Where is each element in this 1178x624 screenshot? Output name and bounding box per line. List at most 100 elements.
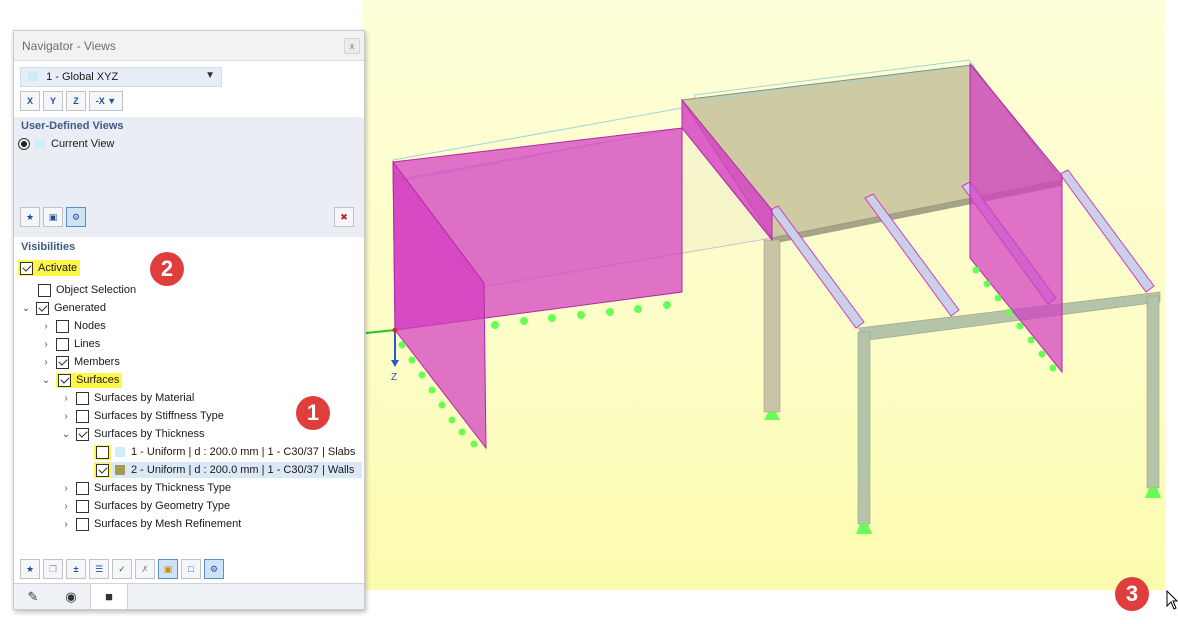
view-direction-toolbar: X Y Z -X ▼ xyxy=(20,91,123,111)
column-front-2 xyxy=(1146,295,1160,489)
current-view-row[interactable]: Current View xyxy=(18,136,114,152)
generated-row[interactable]: ⌄ Generated xyxy=(20,300,106,316)
chevron-right-icon[interactable]: › xyxy=(60,411,72,422)
support-column-1 xyxy=(764,412,780,420)
thickness-item-1-highlight xyxy=(94,444,111,460)
surfaces-by-thickness-checkbox[interactable] xyxy=(76,427,89,441)
chevron-right-icon[interactable]: › xyxy=(60,393,72,404)
surfaces-by-thickness-type-row[interactable]: › Surfaces by Thickness Type xyxy=(60,480,231,496)
column-back-1 xyxy=(763,239,781,413)
axis-x xyxy=(365,329,396,334)
show-selected-icon[interactable]: ▣ xyxy=(158,559,178,579)
object-selection-row[interactable]: Object Selection xyxy=(38,282,136,298)
surfaces-by-thickness-type-checkbox[interactable] xyxy=(76,481,89,495)
nodes-row[interactable]: › Nodes xyxy=(40,318,106,334)
thickness-item-1-row[interactable]: 1 - Uniform | d : 200.0 mm | 1 - C30/37 … xyxy=(94,444,362,460)
surfaces-by-geometry-label: Surfaces by Geometry Type xyxy=(94,500,231,512)
chevron-right-icon[interactable]: › xyxy=(60,501,72,512)
object-selection-checkbox[interactable] xyxy=(38,283,51,297)
view-x-button[interactable]: X xyxy=(20,91,40,111)
model-canvas[interactable]: Z xyxy=(362,0,1165,590)
chevron-right-icon[interactable]: › xyxy=(40,321,52,332)
visibility-settings-icon[interactable]: ⚙ xyxy=(204,559,224,579)
chevron-right-icon[interactable]: › xyxy=(60,483,72,494)
surfaces-by-thickness-type-label: Surfaces by Thickness Type xyxy=(94,482,232,494)
tab-data-icon[interactable]: ✎ xyxy=(14,584,52,609)
edit-visibility-icon[interactable]: ☰ xyxy=(89,559,109,579)
visibilities-heading: Visibilities xyxy=(21,241,76,253)
surfaces-by-mesh-checkbox[interactable] xyxy=(76,517,89,531)
surfaces-by-material-label: Surfaces by Material xyxy=(94,392,195,404)
uncheck-all-icon[interactable]: ✗ xyxy=(135,559,155,579)
thickness-item-1-checkbox[interactable] xyxy=(96,445,109,459)
view-minus-x-button[interactable]: -X ▼ xyxy=(89,91,123,111)
support-column-2 xyxy=(856,524,872,534)
surfaces-by-material-row[interactable]: › Surfaces by Material xyxy=(60,390,194,406)
callout-badge-3: 3 xyxy=(1115,577,1149,611)
view-z-button[interactable]: Z xyxy=(66,91,86,111)
copy-visibility-icon[interactable]: ❐ xyxy=(43,559,63,579)
camera-toolbar: ★ ▣ ⚙ xyxy=(20,207,86,227)
surfaces-by-stiffness-checkbox[interactable] xyxy=(76,409,89,423)
axis-origin xyxy=(392,327,398,333)
chevron-down-icon[interactable]: ⌄ xyxy=(40,375,52,386)
view-select[interactable]: 1 - Global XYZ ▼ xyxy=(20,67,222,87)
surfaces-highlight: Surfaces xyxy=(56,372,123,388)
surfaces-by-stiffness-label: Surfaces by Stiffness Type xyxy=(94,410,224,422)
members-label: Members xyxy=(74,356,120,368)
check-all-icon[interactable]: ✓ xyxy=(112,559,132,579)
camera-settings-icon[interactable]: ⚙ xyxy=(66,207,86,227)
thickness-item-2-row[interactable]: 2 - Uniform | d : 200.0 mm | 1 - C30/37 … xyxy=(94,462,362,478)
chevron-down-icon[interactable]: ⌄ xyxy=(60,429,72,440)
surfaces-by-mesh-row[interactable]: › Surfaces by Mesh Refinement xyxy=(60,516,241,532)
navigator-title: Navigator - Views xyxy=(22,39,116,53)
activate-checkbox[interactable] xyxy=(20,261,33,275)
thickness-item-2-checkbox[interactable] xyxy=(96,463,109,477)
lines-label: Lines xyxy=(74,338,101,350)
camera-icon[interactable]: ▣ xyxy=(43,207,63,227)
mouse-cursor-icon xyxy=(1166,590,1178,610)
delete-camera-icon[interactable]: ✖ xyxy=(334,207,354,227)
generated-checkbox[interactable] xyxy=(36,301,49,315)
activate-label: Activate xyxy=(38,262,78,274)
tab-views-camera-icon[interactable]: ■ xyxy=(90,584,128,609)
show-all-icon[interactable]: □ xyxy=(181,559,201,579)
chevron-right-icon[interactable]: › xyxy=(40,357,52,368)
surfaces-by-stiffness-row[interactable]: › Surfaces by Stiffness Type xyxy=(60,408,224,424)
close-button[interactable]: x xyxy=(344,38,360,54)
surfaces-by-geometry-checkbox[interactable] xyxy=(76,499,89,513)
chevron-right-icon[interactable]: › xyxy=(60,519,72,530)
members-row[interactable]: › Members xyxy=(40,354,120,370)
activate-row[interactable]: Activate xyxy=(18,260,81,276)
thickness-item-2-highlight xyxy=(94,462,111,478)
chevron-right-icon[interactable]: › xyxy=(40,339,52,350)
thickness-item-2-swatch xyxy=(115,465,125,475)
surfaces-checkbox[interactable] xyxy=(58,373,71,387)
tab-display-eye-icon[interactable]: ◉ xyxy=(52,584,90,609)
nodes-checkbox[interactable] xyxy=(56,319,69,333)
close-icon: x xyxy=(349,41,355,51)
navigator-title-bar: Navigator - Views x xyxy=(14,31,364,61)
lines-checkbox[interactable] xyxy=(56,337,69,351)
axis-z-arrow xyxy=(391,360,399,367)
add-visibility-icon[interactable]: ± xyxy=(66,559,86,579)
navigator-panel: Navigator - Views x 1 - Global XYZ ▼ X Y… xyxy=(13,30,365,610)
surfaces-row[interactable]: ⌄ Surfaces xyxy=(40,372,123,388)
new-visibility-icon[interactable]: ★ xyxy=(20,559,40,579)
chevron-down-icon[interactable]: ⌄ xyxy=(20,303,32,314)
view-y-button[interactable]: Y xyxy=(43,91,63,111)
surfaces-by-thickness-row[interactable]: ⌄ Surfaces by Thickness xyxy=(60,426,204,442)
surfaces-label: Surfaces xyxy=(76,374,120,386)
view-select-value: 1 - Global XYZ xyxy=(46,71,119,83)
callout-badge-2: 2 xyxy=(150,252,184,286)
new-camera-icon[interactable]: ★ xyxy=(20,207,40,227)
support-column-3 xyxy=(1145,488,1161,498)
view-color-swatch xyxy=(28,71,38,81)
model-viewport[interactable]: Z xyxy=(362,0,1165,590)
surfaces-by-material-checkbox[interactable] xyxy=(76,391,89,405)
members-checkbox[interactable] xyxy=(56,355,69,369)
current-view-swatch xyxy=(35,139,45,149)
surfaces-by-geometry-row[interactable]: › Surfaces by Geometry Type xyxy=(60,498,230,514)
current-view-radio[interactable] xyxy=(18,138,30,150)
lines-row[interactable]: › Lines xyxy=(40,336,100,352)
